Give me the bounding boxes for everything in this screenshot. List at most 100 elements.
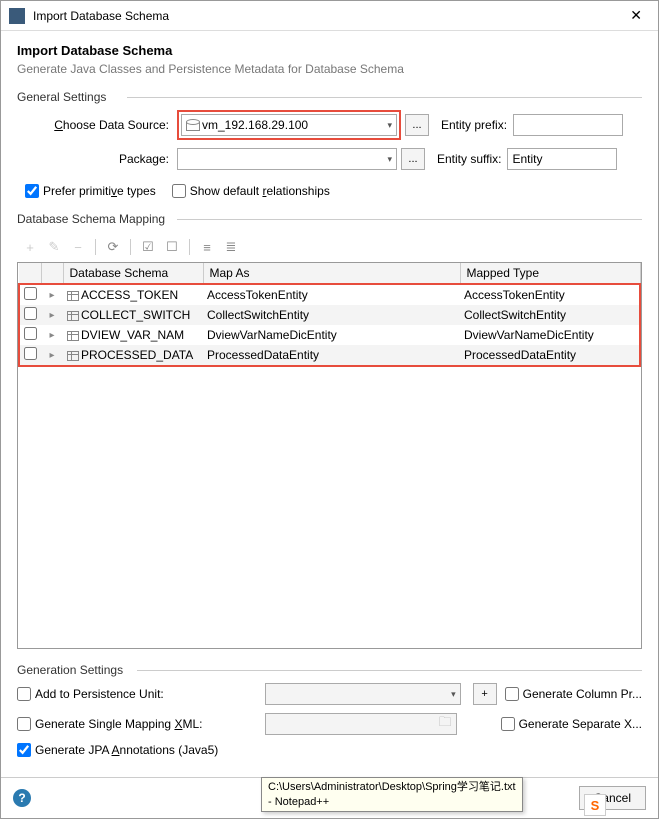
row-persistence-unit: Add to Persistence Unit: ▾ + Generate Co… [17,683,642,705]
row-data-source: Choose Data Source: vm_192.168.29.100 ▾ … [17,110,642,140]
persistence-unit-input[interactable] [17,687,31,701]
persistence-unit-checkbox[interactable]: Add to Persistence Unit: [17,687,257,701]
col-mapped-type[interactable]: Mapped Type [460,263,640,284]
page-subtitle: Generate Java Classes and Persistence Me… [17,62,642,76]
help-button[interactable]: ? [13,789,31,807]
separator [95,239,96,255]
col-checkbox[interactable] [19,263,41,284]
show-default-rel-input[interactable] [172,184,186,198]
mapping-table-body: ▸ACCESS_TOKENAccessTokenEntityAccessToke… [19,284,640,366]
single-mapping-label: Generate Single Mapping XML: [35,717,202,731]
row-checkbox[interactable] [24,287,37,300]
data-source-value: vm_192.168.29.100 [202,118,383,132]
remove-button[interactable]: − [67,236,89,258]
package-browse-button[interactable]: ... [401,148,425,170]
persistence-unit-add-button[interactable]: + [473,683,497,705]
table-row[interactable]: ▸DVIEW_VAR_NAMDviewVarNameDicEntityDview… [19,325,640,345]
row-checkbox[interactable] [24,307,37,320]
jpa-input[interactable] [17,743,31,757]
deselect-all-button[interactable]: ☐ [161,236,183,258]
cell-mapped-type[interactable]: CollectSwitchEntity [460,305,640,325]
mapping-table: Database Schema Map As Mapped Type ▸ACCE… [18,263,641,367]
edit-button[interactable]: ✎ [43,236,65,258]
app-icon [9,8,25,24]
prefer-primitive-checkbox[interactable]: Prefer primitive types [25,184,156,198]
col-map-as[interactable]: Map As [203,263,460,284]
cell-mapped-type[interactable]: AccessTokenEntity [460,284,640,305]
expand-toggle[interactable]: ▸ [41,305,63,325]
row-checkbox[interactable] [24,327,37,340]
expand-toggle[interactable]: ▸ [41,325,63,345]
show-default-rel-label: Show default relationships [190,184,330,198]
prefer-primitive-label: Prefer primitive types [43,184,156,198]
label-entity-prefix: Entity prefix: [429,118,513,132]
checkbox-row: Prefer primitive types Show default rela… [25,184,642,198]
ime-indicator-icon[interactable]: S [584,794,606,816]
row-jpa: Generate JPA Annotations (Java5) [17,743,642,757]
row-single-mapping: Generate Single Mapping XML: 🗀 Generate … [17,713,642,735]
collapse-button[interactable]: ≣ [220,236,242,258]
row-package: Package: ▾ ... Entity suffix: [17,148,642,170]
gen-column-label: Generate Column Pr... [523,687,642,701]
gen-column-checkbox[interactable]: Generate Column Pr... [505,687,642,701]
folder-icon: 🗀 [439,713,452,735]
jpa-checkbox[interactable]: Generate JPA Annotations (Java5) [17,743,257,757]
chevron-down-icon: ▾ [387,154,392,165]
cell-map-as[interactable]: AccessTokenEntity [203,284,460,305]
cell-mapped-type[interactable]: DviewVarNameDicEntity [460,325,640,345]
gen-column-input[interactable] [505,687,519,701]
row-checkbox[interactable] [24,347,37,360]
gen-separate-input[interactable] [501,717,515,731]
table-icon [67,331,79,341]
chevron-down-icon: ▾ [451,689,456,700]
window-title: Import Database Schema [33,9,622,23]
data-source-browse-button[interactable]: ... [405,114,429,136]
expand-button[interactable]: ≡ [196,236,218,258]
table-icon [67,351,79,361]
mapping-toolbar: + ✎ − ⟳ ☑ ☐ ≡ ≣ [17,232,642,262]
expand-toggle[interactable]: ▸ [41,284,63,305]
single-mapping-input[interactable] [17,717,31,731]
table-row[interactable]: ▸COLLECT_SWITCHCollectSwitchEntityCollec… [19,305,640,325]
select-all-button[interactable]: ☑ [137,236,159,258]
show-default-rel-checkbox[interactable]: Show default relationships [172,184,330,198]
jpa-label: Generate JPA Annotations (Java5) [35,743,218,757]
persistence-unit-label: Add to Persistence Unit: [35,687,164,701]
table-row[interactable]: ▸PROCESSED_DATAProcessedDataEntityProces… [19,345,640,366]
package-combo[interactable]: ▾ [177,148,397,170]
expand-toggle[interactable]: ▸ [41,345,63,366]
label-package: Package: [17,152,177,166]
single-mapping-checkbox[interactable]: Generate Single Mapping XML: [17,717,257,731]
gen-separate-checkbox[interactable]: Generate Separate X... [501,717,642,731]
table-icon [67,311,79,321]
persistence-unit-combo[interactable]: ▾ [265,683,461,705]
database-icon [186,119,198,131]
section-general: General Settings [17,90,642,104]
section-generation: Generation Settings [17,663,642,677]
page-title: Import Database Schema [17,43,642,58]
col-expand [41,263,63,284]
entity-suffix-input[interactable] [507,148,617,170]
close-button[interactable]: ✕ [622,7,650,24]
label-data-source: Choose Data Source: [17,118,177,132]
prefer-primitive-input[interactable] [25,184,39,198]
table-icon [67,291,79,301]
single-mapping-path: 🗀 [265,713,457,735]
cell-map-as[interactable]: ProcessedDataEntity [203,345,460,366]
data-source-combo[interactable]: vm_192.168.29.100 ▾ [181,114,397,136]
cell-schema: DVIEW_VAR_NAM [63,325,203,345]
highlight-data-source: vm_192.168.29.100 ▾ [177,110,401,140]
gen-separate-label: Generate Separate X... [519,717,642,731]
separator [189,239,190,255]
cell-map-as[interactable]: CollectSwitchEntity [203,305,460,325]
col-schema[interactable]: Database Schema [63,263,203,284]
section-mapping: Database Schema Mapping [17,212,642,226]
entity-prefix-input[interactable] [513,114,623,136]
cell-map-as[interactable]: DviewVarNameDicEntity [203,325,460,345]
refresh-button[interactable]: ⟳ [102,236,124,258]
cell-mapped-type[interactable]: ProcessedDataEntity [460,345,640,366]
titlebar: Import Database Schema ✕ [1,1,658,31]
table-row[interactable]: ▸ACCESS_TOKENAccessTokenEntityAccessToke… [19,284,640,305]
add-button[interactable]: + [19,236,41,258]
label-entity-suffix: Entity suffix: [425,152,507,166]
